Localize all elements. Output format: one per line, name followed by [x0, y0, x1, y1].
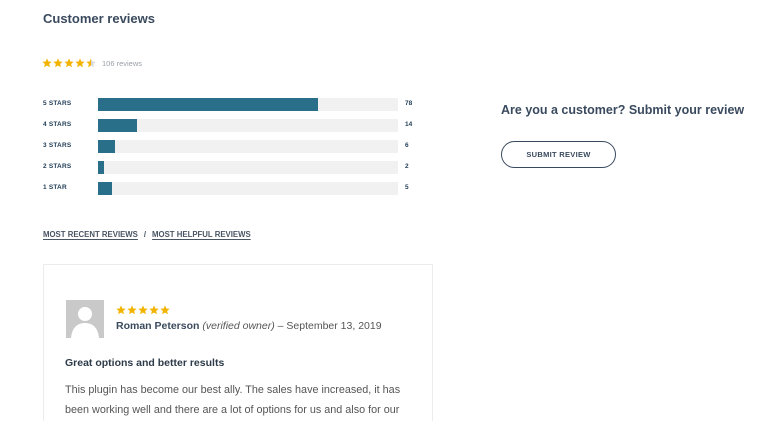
- breakdown-count: 2: [405, 163, 409, 170]
- breakdown-count: 6: [405, 142, 409, 149]
- review-title: Great options and better results: [65, 357, 225, 369]
- breakdown-label: 3 STARS: [43, 142, 72, 149]
- page-title: Customer reviews: [43, 11, 155, 26]
- breakdown-label: 2 STARS: [43, 163, 72, 170]
- breakdown-count: 14: [405, 121, 413, 128]
- star-icon: [64, 58, 74, 68]
- breakdown-count: 78: [405, 100, 413, 107]
- breakdown-bar-track: [98, 140, 398, 153]
- star-icon: [149, 305, 159, 315]
- breakdown-row-1-star[interactable]: 1 STAR 5: [43, 181, 423, 195]
- review-meta: Roman Peterson (verified owner) – Septem…: [116, 320, 382, 332]
- star-icon: [75, 58, 85, 68]
- star-icon: [42, 58, 52, 68]
- review-card: Roman Peterson (verified owner) – Septem…: [43, 264, 433, 421]
- submit-review-button[interactable]: SUBMIT REVIEW: [501, 141, 616, 168]
- breakdown-bar-fill: [98, 161, 104, 174]
- star-icon: [86, 58, 96, 68]
- verified-owner-badge: (verified owner): [202, 320, 275, 332]
- star-icon: [160, 305, 170, 315]
- most-helpful-reviews-link[interactable]: MOST HELPFUL REVIEWS: [152, 230, 251, 239]
- breakdown-label: 5 STARS: [43, 100, 72, 107]
- star-icon: [127, 305, 137, 315]
- rating-summary: 106 reviews: [42, 58, 142, 68]
- breakdown-bar-track: [98, 98, 398, 111]
- breakdown-bar-fill: [98, 182, 113, 195]
- breakdown-label: 1 STAR: [43, 184, 67, 191]
- star-icon: [138, 305, 148, 315]
- breakdown-row-5-stars[interactable]: 5 STARS 78: [43, 97, 423, 111]
- sort-separator: /: [143, 230, 147, 239]
- review-body: This plugin has become our best ally. Th…: [65, 384, 401, 416]
- submit-review-heading: Are you a customer? Submit your review: [501, 103, 745, 117]
- breakdown-label: 4 STARS: [43, 121, 72, 128]
- star-icon: [53, 58, 63, 68]
- breakdown-bar-fill: [98, 119, 138, 132]
- user-silhouette-icon: [66, 300, 104, 338]
- review-date: – September 13, 2019: [277, 320, 382, 332]
- breakdown-bar-fill: [98, 140, 115, 153]
- review-rating-stars: [116, 305, 170, 315]
- review-count: 106 reviews: [102, 58, 143, 68]
- breakdown-bar-fill: [98, 98, 318, 111]
- breakdown-row-3-stars[interactable]: 3 STARS 6: [43, 139, 423, 153]
- review-author: Roman Peterson: [116, 320, 200, 332]
- breakdown-bar-track: [98, 119, 398, 132]
- breakdown-bar-track: [98, 161, 398, 174]
- most-recent-reviews-link[interactable]: MOST RECENT REVIEWS: [43, 230, 138, 239]
- breakdown-row-4-stars[interactable]: 4 STARS 14: [43, 118, 423, 132]
- breakdown-count: 5: [405, 184, 409, 191]
- star-icon: [116, 305, 126, 315]
- breakdown-row-2-stars[interactable]: 2 STARS 2: [43, 160, 423, 174]
- review-sort-options: MOST RECENT REVIEWS / MOST HELPFUL REVIE…: [43, 230, 251, 239]
- average-rating-stars: [42, 58, 96, 68]
- breakdown-bar-track: [98, 182, 398, 195]
- avatar: [66, 300, 104, 338]
